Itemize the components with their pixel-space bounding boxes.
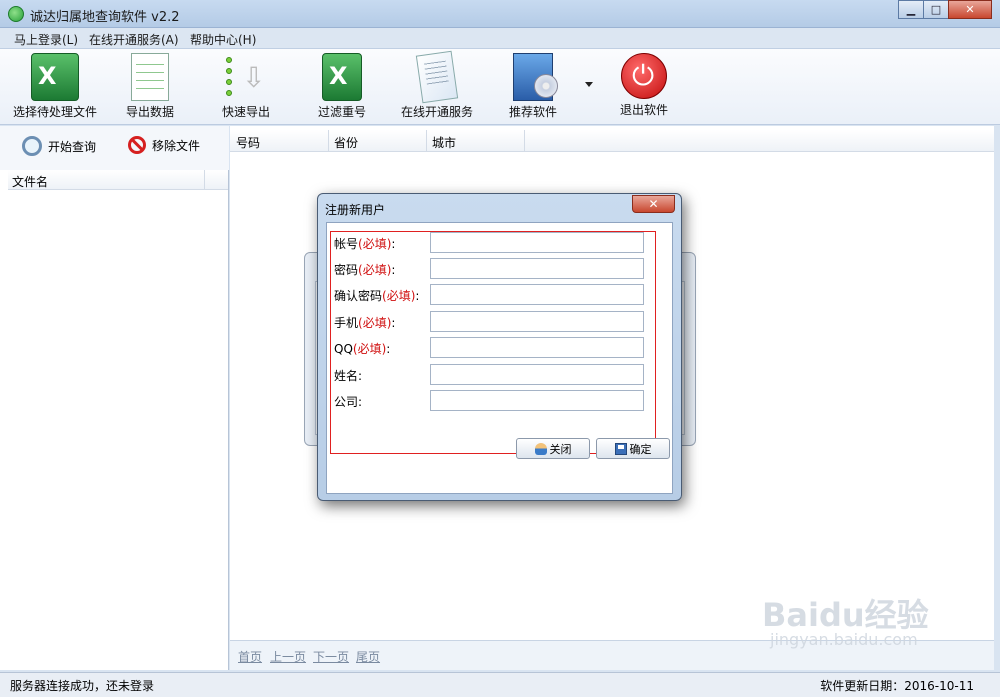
grid-header: 号码 省份 城市 [230,130,994,152]
account-input[interactable] [430,232,644,253]
dialog-ok-button[interactable]: 确定 [596,438,670,459]
exit-software-button[interactable]: 退出软件 [616,53,672,118]
connection-status: 服务器连接成功，还未登录 [10,679,155,693]
dialog-body: 帐号(必填): 密码(必填): 确认密码(必填): 手机(必填): QQ(必填)… [326,222,673,494]
field-label: 确认密码(必填): [334,289,420,303]
filename-column-header[interactable]: 文件名 [12,173,48,190]
field-label: 帐号(必填): [334,237,396,251]
qq-input[interactable] [430,337,644,358]
column-divider [426,130,427,152]
filter-duplicates-label: 过滤重号 [317,105,366,119]
filter-icon [322,53,362,101]
file-list-header[interactable]: 文件名 [8,170,228,190]
select-file-label: 选择待处理文件 [12,105,97,119]
dialog-title: 注册新用户 [325,203,386,217]
minimize-button[interactable]: ▁ [898,0,924,19]
column-divider [524,130,525,152]
save-icon [614,442,627,455]
file-panel-toolbar: 开始查询 移除文件 [0,126,229,170]
close-button[interactable]: ✕ [948,0,992,19]
dialog-cancel-button[interactable]: 关闭 [516,438,590,459]
export-data-button[interactable]: 导出数据 [120,53,180,120]
ok-label: 确定 [629,442,652,456]
power-icon [621,53,667,99]
name-input[interactable] [430,364,644,385]
next-page-link[interactable]: 下一页 [313,648,349,665]
menu-help[interactable]: 帮助中心(H) [190,31,256,48]
status-bar: 服务器连接成功，还未登录 软件更新日期：2016-10-11 [0,672,1000,697]
document-icon [415,50,459,104]
company-input[interactable] [430,390,644,411]
update-date: 软件更新日期：2016-10-11 [820,679,974,693]
field-label: 姓名: [334,369,363,383]
column-city[interactable]: 城市 [432,134,456,151]
online-service-button[interactable]: 在线开通服务 [398,50,476,120]
phone-input[interactable] [430,311,644,332]
recommend-software-button[interactable]: 推荐软件 [505,53,561,120]
app-logo-icon [8,6,24,22]
window-title: 诚达归属地查询软件 v2.2 [30,10,180,25]
column-divider [328,130,329,152]
export-data-label: 导出数据 [125,105,174,119]
field-label: 手机(必填): [334,316,396,330]
spreadsheet-icon [131,53,169,101]
quick-export-label: 快速导出 [221,105,270,119]
confirm-password-input[interactable] [430,284,644,305]
quick-export-icon [222,53,270,101]
column-divider [204,170,205,190]
excel-icon [31,53,79,101]
user-icon [534,442,547,455]
cancel-label: 关闭 [549,442,572,456]
quick-export-button[interactable]: 快速导出 [218,53,274,120]
filter-duplicates-button[interactable]: 过滤重号 [313,53,371,120]
menu-bar: 马上登录(L) 在线开通服务(A) 帮助中心(H) [0,28,1000,49]
column-number[interactable]: 号码 [236,134,260,151]
highlight-box: 帐号(必填): 密码(必填): 确认密码(必填): 手机(必填): QQ(必填)… [330,231,670,459]
last-page-link[interactable]: 尾页 [356,648,380,665]
maximize-button[interactable]: □ [923,0,949,19]
software-box-icon [513,53,558,101]
field-label: 公司: [334,395,363,409]
toolbar: 选择待处理文件 导出数据 快速导出 过滤重号 在线开通服务 推荐软件 退出软件 [0,49,1000,125]
app-window: 诚达归属地查询软件 v2.2 ▁ □ ✕ 马上登录(L) 在线开通服务(A) 帮… [0,0,1000,697]
menu-online-service[interactable]: 在线开通服务(A) [89,31,179,48]
field-label: 密码(必填): [334,263,396,277]
password-input[interactable] [430,258,644,279]
title-bar: 诚达归属地查询软件 v2.2 ▁ □ ✕ [0,0,1000,28]
menu-login[interactable]: 马上登录(L) [14,31,78,48]
dialog-close-button[interactable]: ✕ [632,195,675,213]
field-label: QQ(必填): [334,342,391,356]
recommend-dropdown-icon[interactable] [585,82,593,87]
start-query-label: 开始查询 [48,139,97,154]
file-panel: 开始查询 移除文件 文件名 [0,126,229,670]
start-query-button[interactable]: 开始查询 [22,136,96,156]
prev-page-link[interactable]: 上一页 [270,648,306,665]
magnifier-icon [22,136,42,156]
register-dialog: 注册新用户 ✕ 帐号(必填): 密码(必填): 确认密码(必填): 手机(必填)… [317,193,682,501]
watermark-url: jingyan.baidu.com [770,630,918,649]
prohibit-icon [128,136,146,154]
first-page-link[interactable]: 首页 [238,648,262,665]
recommend-software-label: 推荐软件 [508,105,557,119]
column-province[interactable]: 省份 [334,134,358,151]
remove-file-label: 移除文件 [152,138,201,153]
select-file-button[interactable]: 选择待处理文件 [12,53,98,120]
exit-software-label: 退出软件 [619,103,668,117]
window-controls: ▁ □ ✕ [898,0,992,19]
remove-file-button[interactable]: 移除文件 [128,136,200,154]
online-service-label: 在线开通服务 [400,105,473,119]
